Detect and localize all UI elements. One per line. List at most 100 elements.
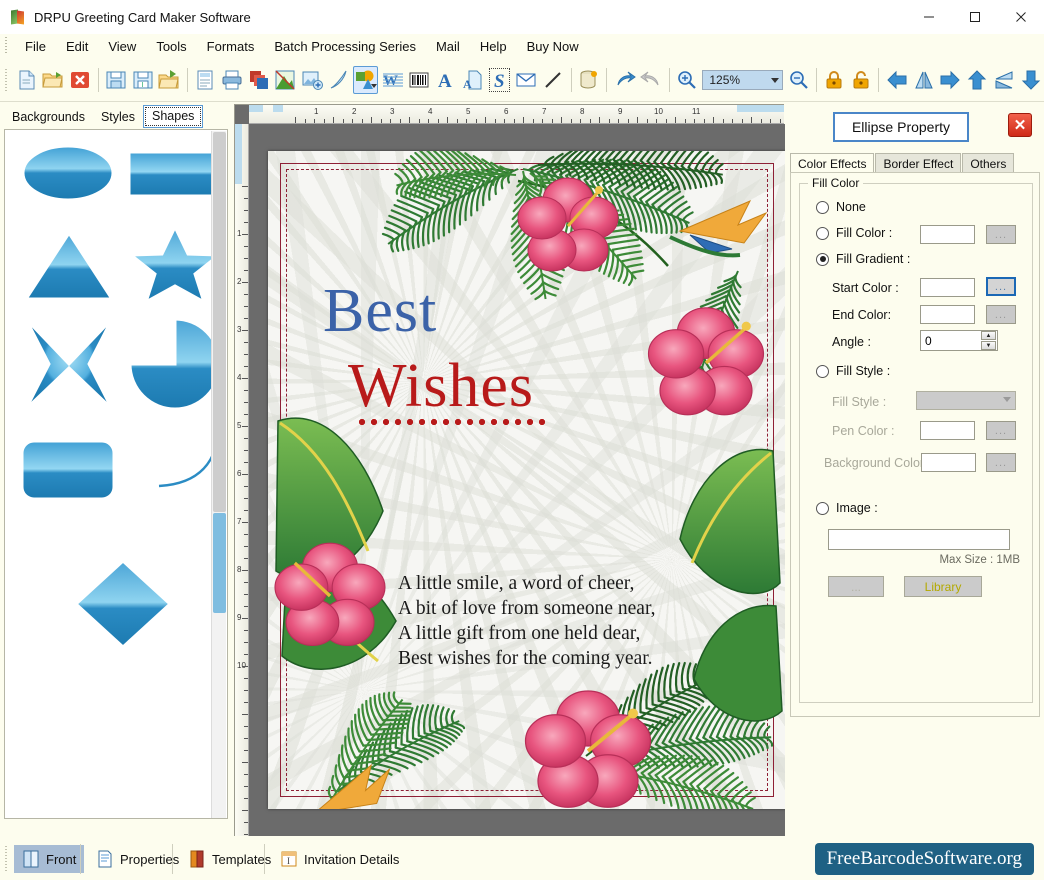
radio-fill-style[interactable] — [816, 364, 829, 378]
image-browse-button[interactable]: ... — [828, 576, 884, 597]
menu-mail[interactable]: Mail — [426, 36, 470, 57]
print-icon[interactable] — [219, 66, 244, 94]
triangle-shape[interactable] — [23, 230, 115, 302]
tab-styles[interactable]: Styles — [92, 107, 144, 128]
minimize-button[interactable] — [906, 0, 952, 34]
card-title-line1[interactable]: Best — [323, 276, 437, 347]
watermark-icon[interactable]: W — [380, 66, 405, 94]
menu-help[interactable]: Help — [470, 36, 517, 57]
image-path-input[interactable] — [828, 529, 1010, 550]
menu-batch-processing-series[interactable]: Batch Processing Series — [264, 36, 426, 57]
rounded-rectangle-shape[interactable] — [19, 438, 117, 502]
angle-decrement-icon[interactable]: ▼ — [981, 341, 996, 350]
greeting-card[interactable]: /*placeholder*/ — [268, 151, 785, 809]
zoom-level-combo[interactable]: 125% — [702, 69, 784, 90]
toolbar-grip[interactable] — [4, 66, 10, 93]
undo-icon[interactable] — [612, 66, 637, 94]
barcode-icon[interactable] — [407, 66, 432, 94]
menu-formats[interactable]: Formats — [197, 36, 265, 57]
angle-stepper[interactable]: 0 ▲ ▼ — [920, 330, 998, 351]
save-as-icon[interactable]: I — [130, 66, 155, 94]
pen-color-browse-button[interactable]: ... — [986, 421, 1016, 440]
ellipse-shape[interactable] — [21, 144, 116, 202]
chevron-down-icon[interactable] — [771, 77, 780, 83]
pen-color-swatch[interactable] — [920, 421, 975, 440]
lock-icon[interactable] — [822, 66, 847, 94]
zoom-in-icon[interactable] — [675, 66, 700, 94]
export-folder-icon[interactable] — [157, 66, 182, 94]
tab-backgrounds[interactable]: Backgrounds — [4, 107, 93, 128]
envelope-icon[interactable] — [514, 66, 539, 94]
menu-view[interactable]: View — [98, 36, 146, 57]
pie-shape[interactable] — [127, 316, 223, 412]
menu-grip[interactable] — [3, 37, 11, 55]
zoom-out-icon[interactable] — [786, 66, 811, 94]
fill-color-browse-button[interactable]: ... — [986, 225, 1016, 244]
background-color-swatch[interactable] — [921, 453, 976, 472]
fill-style-dropdown[interactable] — [916, 391, 1016, 410]
flip-horizontal-icon[interactable] — [911, 66, 936, 94]
diamond-shape[interactable] — [73, 558, 173, 650]
rectangle-shape[interactable] — [127, 150, 221, 198]
menu-tools[interactable]: Tools — [146, 36, 196, 57]
clipart-icon[interactable] — [273, 66, 298, 94]
tab-shapes[interactable]: Shapes — [143, 105, 204, 128]
flip-vertical-icon[interactable] — [991, 66, 1016, 94]
card-title-line2[interactable]: Wishes — [348, 351, 534, 422]
menu-buy-now[interactable]: Buy Now — [517, 36, 589, 57]
align-right-icon[interactable] — [938, 66, 963, 94]
redo-icon[interactable] — [639, 66, 664, 94]
bottom-tab-front[interactable]: Front — [14, 845, 85, 873]
text-on-page-icon[interactable]: A — [461, 66, 486, 94]
card-verse-text[interactable]: A little smile, a word of cheer, A bit o… — [398, 571, 656, 671]
chevron-down-icon[interactable] — [1003, 397, 1011, 402]
radio-fill-gradient[interactable] — [816, 252, 829, 266]
close-icon[interactable]: ✕ — [1008, 113, 1032, 137]
copy-layers-icon[interactable] — [246, 66, 271, 94]
menu-edit[interactable]: Edit — [56, 36, 98, 57]
design-canvas[interactable]: /*placeholder*/ — [249, 124, 785, 836]
four-point-star-shape[interactable] — [21, 316, 117, 412]
line-tool-icon[interactable] — [541, 66, 566, 94]
radio-fill-color-row[interactable]: Fill Color : — [816, 226, 892, 240]
start-color-browse-button[interactable]: ... — [986, 277, 1016, 296]
radio-fill-color[interactable] — [816, 226, 829, 240]
new-document-icon[interactable] — [14, 66, 39, 94]
align-left-icon[interactable] — [884, 66, 909, 94]
library-button[interactable]: Library — [904, 576, 982, 597]
open-folder-icon[interactable] — [41, 66, 66, 94]
start-color-swatch[interactable] — [920, 278, 975, 297]
radio-fill-gradient-row[interactable]: Fill Gradient : — [816, 252, 910, 266]
radio-image[interactable] — [816, 501, 829, 515]
text-icon[interactable]: A — [434, 66, 459, 94]
close-button[interactable] — [998, 0, 1044, 34]
radio-fill-style-row[interactable]: Fill Style : — [816, 364, 890, 378]
fill-color-swatch[interactable] — [920, 225, 975, 244]
star-shape[interactable] — [126, 223, 224, 306]
radio-none[interactable] — [816, 200, 829, 214]
angle-increment-icon[interactable]: ▲ — [981, 331, 996, 340]
radio-none-row[interactable]: None — [816, 200, 866, 214]
shapes-tool-icon[interactable] — [353, 65, 379, 94]
save-icon[interactable] — [103, 66, 128, 94]
page-setup-icon[interactable] — [193, 66, 218, 94]
end-color-browse-button[interactable]: ... — [986, 305, 1016, 324]
unlock-icon[interactable] — [849, 66, 874, 94]
bottom-bar-grip[interactable] — [4, 846, 10, 872]
shapes-scrollbar[interactable] — [211, 131, 226, 818]
pen-tool-icon[interactable] — [327, 66, 352, 94]
menu-file[interactable]: File — [15, 36, 56, 57]
signature-icon[interactable]: S — [487, 66, 512, 94]
scrollbar-thumb-upper[interactable] — [213, 132, 226, 512]
background-color-browse-button[interactable]: ... — [986, 453, 1016, 472]
end-color-swatch[interactable] — [920, 305, 975, 324]
maximize-button[interactable] — [952, 0, 998, 34]
align-bottom-icon[interactable] — [1018, 66, 1043, 94]
radio-image-row[interactable]: Image : — [816, 501, 878, 515]
bottom-tab-invitation-details[interactable]: I Invitation Details — [272, 845, 407, 873]
align-top-icon[interactable] — [965, 66, 990, 94]
database-icon[interactable] — [577, 66, 602, 94]
insert-image-icon[interactable] — [300, 66, 325, 94]
close-document-icon[interactable] — [68, 66, 93, 94]
scrollbar-thumb[interactable] — [213, 513, 226, 613]
